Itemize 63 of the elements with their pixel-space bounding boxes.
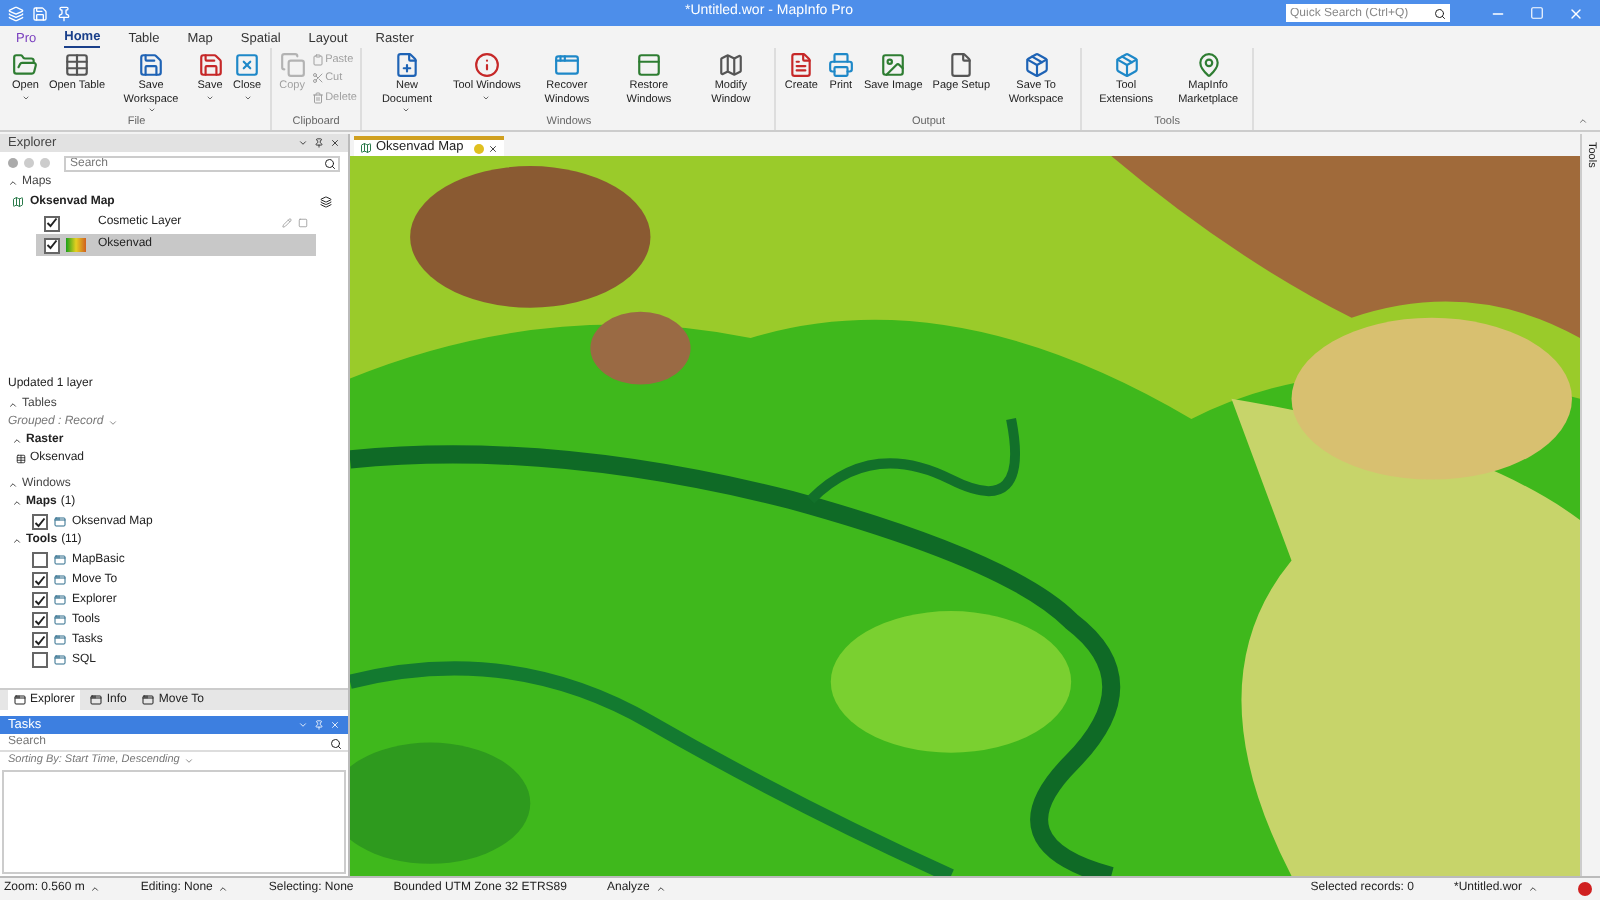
checkbox[interactable] bbox=[32, 592, 48, 608]
package-icon bbox=[1113, 52, 1140, 78]
dropdown-icon[interactable] bbox=[298, 138, 308, 148]
checkbox[interactable] bbox=[32, 572, 48, 588]
search-icon bbox=[1434, 7, 1446, 19]
collapse-icon[interactable] bbox=[12, 536, 22, 546]
collapse-icon[interactable] bbox=[1578, 116, 1588, 126]
image-icon bbox=[880, 52, 907, 78]
map-icon bbox=[717, 52, 744, 78]
maximize-icon[interactable] bbox=[1530, 6, 1544, 20]
window-icon bbox=[635, 52, 662, 78]
trash-icon bbox=[311, 91, 324, 104]
clipboard-icon bbox=[311, 54, 324, 67]
app-icon bbox=[8, 5, 24, 21]
collapse-icon[interactable] bbox=[8, 400, 18, 410]
copy-icon bbox=[279, 52, 306, 78]
search-icon bbox=[330, 737, 342, 749]
raster-table-icon bbox=[16, 454, 26, 464]
close-icon bbox=[234, 52, 261, 78]
window-icon bbox=[54, 516, 66, 528]
info-icon bbox=[473, 52, 500, 78]
document-icon bbox=[788, 52, 815, 78]
caret-icon bbox=[107, 418, 118, 428]
package-icon bbox=[1023, 52, 1050, 78]
checkbox[interactable] bbox=[32, 652, 48, 668]
map-icon bbox=[360, 142, 372, 154]
map-icon bbox=[12, 196, 24, 208]
collapse-icon[interactable] bbox=[8, 178, 18, 188]
caret-icon bbox=[218, 884, 229, 894]
window-icon bbox=[54, 654, 66, 666]
printer-icon bbox=[827, 52, 854, 78]
checkbox[interactable] bbox=[32, 632, 48, 648]
folder-icon bbox=[12, 52, 39, 78]
caret-icon bbox=[90, 884, 101, 894]
page-icon bbox=[948, 52, 975, 78]
checkbox[interactable] bbox=[32, 612, 48, 628]
caret-icon bbox=[655, 884, 666, 894]
window-icon bbox=[54, 574, 66, 586]
window-icon bbox=[14, 694, 26, 706]
checkbox[interactable] bbox=[32, 552, 48, 568]
window-icon bbox=[553, 52, 580, 78]
search-icon bbox=[324, 157, 336, 169]
pin-icon bbox=[1195, 52, 1222, 78]
pin-icon[interactable] bbox=[314, 138, 324, 148]
window-icon bbox=[54, 554, 66, 566]
scissors-icon bbox=[311, 72, 324, 85]
gradient-icon bbox=[66, 238, 86, 252]
pin-icon[interactable] bbox=[56, 5, 72, 21]
collapse-icon[interactable] bbox=[12, 436, 22, 446]
checkbox[interactable] bbox=[44, 215, 60, 231]
notification-icon[interactable] bbox=[1578, 882, 1592, 896]
window-icon bbox=[142, 694, 155, 706]
caret-icon bbox=[183, 756, 194, 766]
checkbox[interactable] bbox=[44, 237, 60, 253]
window-icon bbox=[54, 634, 66, 646]
window-icon bbox=[54, 594, 66, 606]
layers-icon[interactable] bbox=[320, 196, 332, 208]
window-icon bbox=[90, 694, 103, 706]
table-icon bbox=[63, 52, 90, 78]
window-icon bbox=[54, 614, 66, 626]
new-document-icon bbox=[393, 52, 420, 78]
checkbox[interactable] bbox=[32, 514, 48, 530]
caret-icon bbox=[1528, 884, 1538, 894]
